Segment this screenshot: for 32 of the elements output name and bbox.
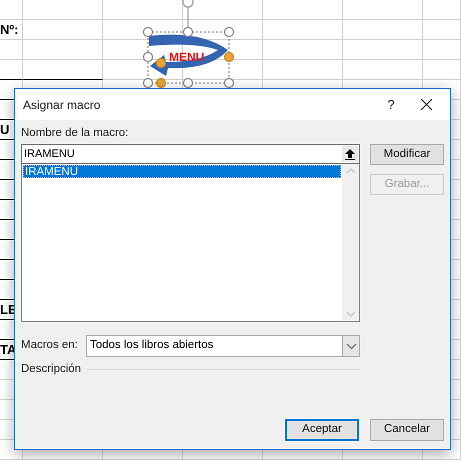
cell-text: U (0, 122, 10, 138)
macro-name-field[interactable]: IRAMENU (21, 144, 360, 164)
help-button[interactable]: ? (376, 90, 406, 120)
close-icon (420, 99, 432, 110)
macros-in-dropdown[interactable]: Todos los libros abiertos (86, 335, 360, 357)
scroll-up-icon (346, 168, 354, 173)
cell-text: Nº: (0, 22, 18, 38)
resize-handle[interactable] (156, 58, 166, 68)
resize-handle[interactable] (156, 78, 166, 88)
scrollbar[interactable] (342, 164, 359, 321)
resize-handle[interactable] (142, 78, 154, 88)
dialog-button[interactable]: Cancelar (370, 419, 444, 441)
dialog-button[interactable]: Aceptar (285, 419, 359, 441)
resize-handle[interactable] (142, 52, 154, 62)
section-label: Descripción (21, 362, 82, 377)
field-label: Nombre de la macro: (21, 126, 130, 140)
resize-handle[interactable] (224, 26, 234, 38)
curved-arrow-shape[interactable] (149, 34, 228, 76)
field-label: Macros en: (21, 338, 79, 354)
resize-handle[interactable] (224, 78, 234, 88)
resize-handle[interactable] (142, 26, 154, 38)
rotate-handle[interactable] (182, 0, 194, 28)
shape-label: MENU (169, 50, 204, 64)
resize-handle[interactable] (182, 78, 194, 88)
resize-handle[interactable] (224, 52, 234, 62)
resize-handle[interactable] (182, 26, 194, 38)
side-button[interactable]: Modificar (370, 144, 444, 165)
window-title: Asignar macro (23, 96, 102, 114)
upload-icon[interactable] (342, 146, 358, 162)
chevron-down-icon (342, 336, 359, 356)
list-item[interactable]: IRAMENU (23, 165, 341, 178)
scroll-down-icon (346, 312, 354, 317)
